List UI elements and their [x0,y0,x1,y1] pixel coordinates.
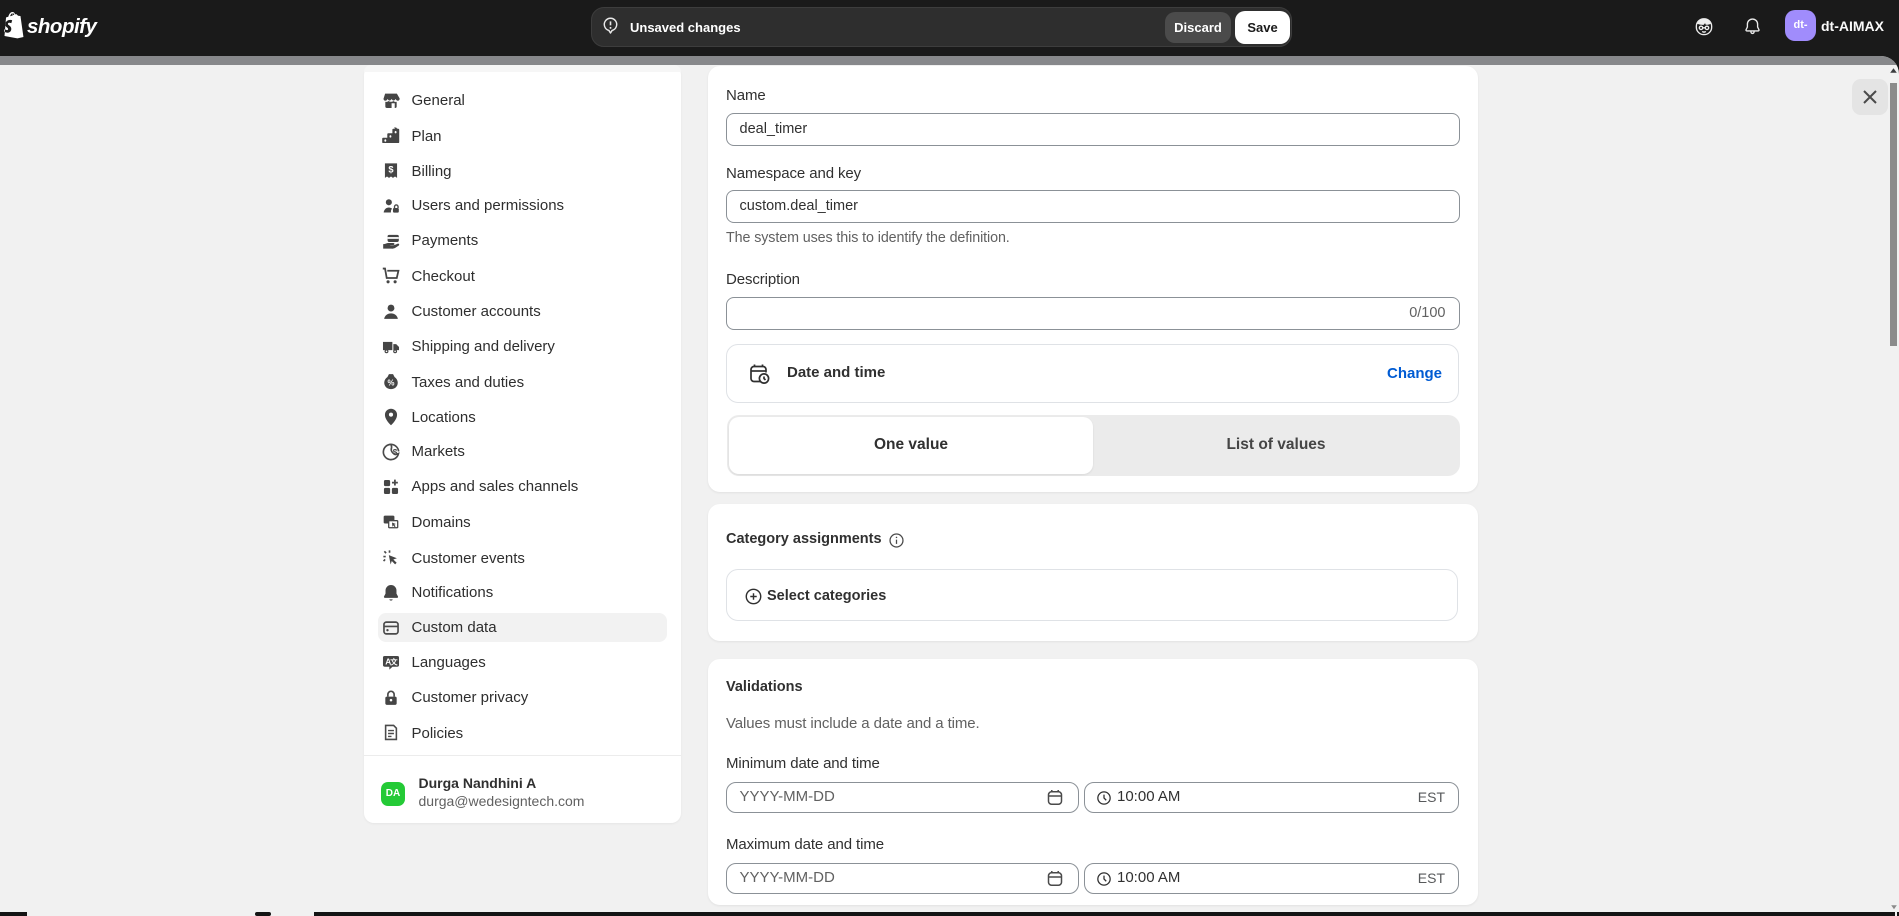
svg-text:$: $ [393,447,398,457]
svg-text:%: % [388,379,395,388]
svg-text:$: $ [388,164,394,174]
svg-text:文: 文 [389,657,398,666]
